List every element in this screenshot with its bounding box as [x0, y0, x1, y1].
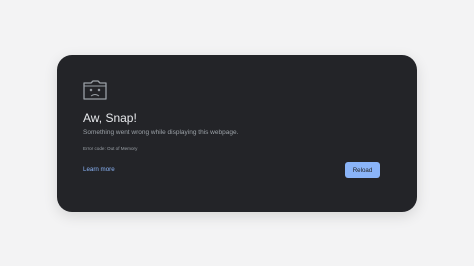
- error-code: Error code: Out of Memory: [83, 146, 138, 151]
- learn-more-link[interactable]: Learn more: [83, 166, 115, 173]
- page: Aw, Snap! Something went wrong while dis…: [0, 0, 474, 266]
- sad-tab-icon: [82, 79, 108, 101]
- error-card: Aw, Snap! Something went wrong while dis…: [57, 55, 417, 212]
- page-title: Aw, Snap!: [83, 111, 137, 125]
- reload-button[interactable]: Reload: [345, 162, 380, 178]
- error-message: Something went wrong while displaying th…: [83, 129, 239, 136]
